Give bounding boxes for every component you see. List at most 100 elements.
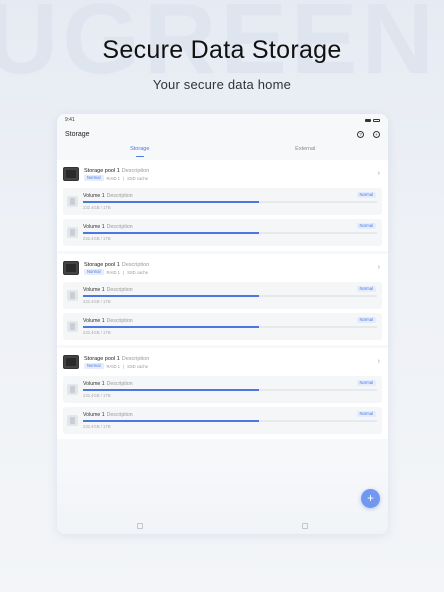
volume-description: Description [106,193,133,200]
volume-name: Volume 1 [83,224,105,231]
pool-description: Description [121,262,150,268]
pool-meta: Normal RAID 1 | SSD cache [84,175,149,181]
pool-raid: RAID 1 [106,175,121,181]
status-badge: Normal [356,286,376,292]
hero-subtitle: Your secure data home [152,77,292,92]
pool-name: Storage pool 1 [84,356,120,362]
usage-bar-fill [83,232,260,234]
pool-name: Storage pool 1 [84,168,120,174]
volume-icon [67,321,78,332]
volume-name: Volume 1 [83,381,105,388]
meta-separator: | [123,175,125,181]
pool-cache: SSD cache [127,175,149,181]
pool-meta: Normal RAID 1 | SSD cache [84,363,149,369]
volume-title: Volume 1 Description [83,287,377,294]
volume-row[interactable]: Volume 1 Description 232.4GB / 1TB Normal [63,376,382,403]
nav-files-icon[interactable] [302,523,309,529]
usage-bar [83,295,377,297]
storage-pool-card[interactable]: Storage pool 1 Description Normal RAID 1 … [57,348,388,439]
bottom-nav [57,518,388,534]
pool-description: Description [121,168,150,174]
chevron-right-icon[interactable]: › [378,170,380,177]
nav-storage-icon[interactable] [136,523,143,529]
pool-cache: SSD cache [127,269,149,275]
volume-title: Volume 1 Description [83,224,377,231]
usage-bar [83,420,377,422]
volume-description: Description [106,381,133,388]
volume-title: Volume 1 Description [83,412,377,419]
usage-bar-fill [83,326,260,328]
volume-size: 232.4GB / 1TB [83,298,111,304]
volume-row[interactable]: Volume 1 Description 232.4GB / 1TB Normal [63,188,382,215]
status-bar: 9:41 [57,114,388,126]
status-time: 9:41 [65,117,75,123]
volume-description: Description [106,412,133,419]
volume-title: Volume 1 Description [83,193,377,200]
status-badge: Normal [356,317,376,323]
volume-icon [67,415,78,426]
volume-icon [67,196,78,207]
volume-size: 232.4GB / 1TB [83,423,111,429]
question-icon[interactable]: ? [357,131,364,138]
usage-bar-fill [83,201,260,203]
usage-bar [83,326,377,328]
usage-bar-fill [83,389,260,391]
volume-name: Volume 1 [83,318,105,325]
storage-pool-card[interactable]: Storage pool 1 Description Normal RAID 1 … [57,254,388,345]
battery-icon [373,118,380,122]
volume-size: 232.4GB / 1TB [83,204,111,210]
meta-separator: | [123,363,125,369]
volume-name: Volume 1 [83,287,105,294]
pool-header[interactable]: Storage pool 1 Description Normal RAID 1 … [63,352,382,372]
usage-bar-fill [83,420,260,422]
status-badge: Normal [84,363,104,369]
volume-size: 232.4GB / 1TB [83,329,111,335]
chevron-right-icon[interactable]: › [378,264,380,271]
pool-meta: Normal RAID 1 | SSD cache [84,269,149,275]
volume-row[interactable]: Volume 1 Description 232.4GB / 1TB Normal [63,313,382,340]
volume-description: Description [106,224,133,231]
volume-name: Volume 1 [83,412,105,419]
status-badge: Normal [356,380,376,386]
pool-raid: RAID 1 [106,269,121,275]
app-bar: Storage ? + [57,126,388,143]
volume-icon [67,227,78,238]
pool-title: Storage pool 1 Description [84,261,149,269]
chevron-right-icon[interactable]: › [378,358,380,365]
volume-title: Volume 1 Description [83,318,377,325]
pool-title: Storage pool 1 Description [84,355,149,363]
volume-description: Description [106,318,133,325]
pool-name: Storage pool 1 [84,262,120,268]
status-badge: Normal [356,192,376,198]
pool-title: Storage pool 1 Description [84,167,149,175]
plus-circle-icon[interactable]: + [373,131,380,138]
pool-raid: RAID 1 [106,363,121,369]
hero-title: Secure Data Storage [102,36,342,64]
pool-description: Description [121,356,150,362]
volume-icon [67,290,78,301]
disk-icon [63,261,79,275]
volume-row[interactable]: Volume 1 Description 232.4GB / 1TB Normal [63,219,382,246]
pool-header[interactable]: Storage pool 1 Description Normal RAID 1 … [63,164,382,184]
usage-bar [83,201,377,203]
volume-row[interactable]: Volume 1 Description 232.4GB / 1TB Normal [63,282,382,309]
status-icons [365,118,380,122]
storage-pool-card[interactable]: Storage pool 1 Description Normal RAID 1 … [57,160,388,251]
usage-bar [83,232,377,234]
tab-bar: Storage External [57,143,388,157]
status-badge: Normal [356,411,376,417]
tablet-screen: 9:41 Storage ? + Storage External Storag… [57,114,388,534]
volume-size: 232.4GB / 1TB [83,235,111,241]
tab-external[interactable]: External [223,143,389,157]
add-fab-button[interactable]: + [361,489,380,508]
pool-cache: SSD cache [127,363,149,369]
app-title: Storage [65,131,90,138]
volume-size: 232.4GB / 1TB [83,392,111,398]
volume-name: Volume 1 [83,193,105,200]
volume-row[interactable]: Volume 1 Description 232.4GB / 1TB Normal [63,407,382,434]
usage-bar [83,389,377,391]
tab-storage[interactable]: Storage [57,143,223,157]
volume-title: Volume 1 Description [83,381,377,388]
storage-pool-list: Storage pool 1 Description Normal RAID 1 … [57,160,388,439]
pool-header[interactable]: Storage pool 1 Description Normal RAID 1 … [63,258,382,278]
